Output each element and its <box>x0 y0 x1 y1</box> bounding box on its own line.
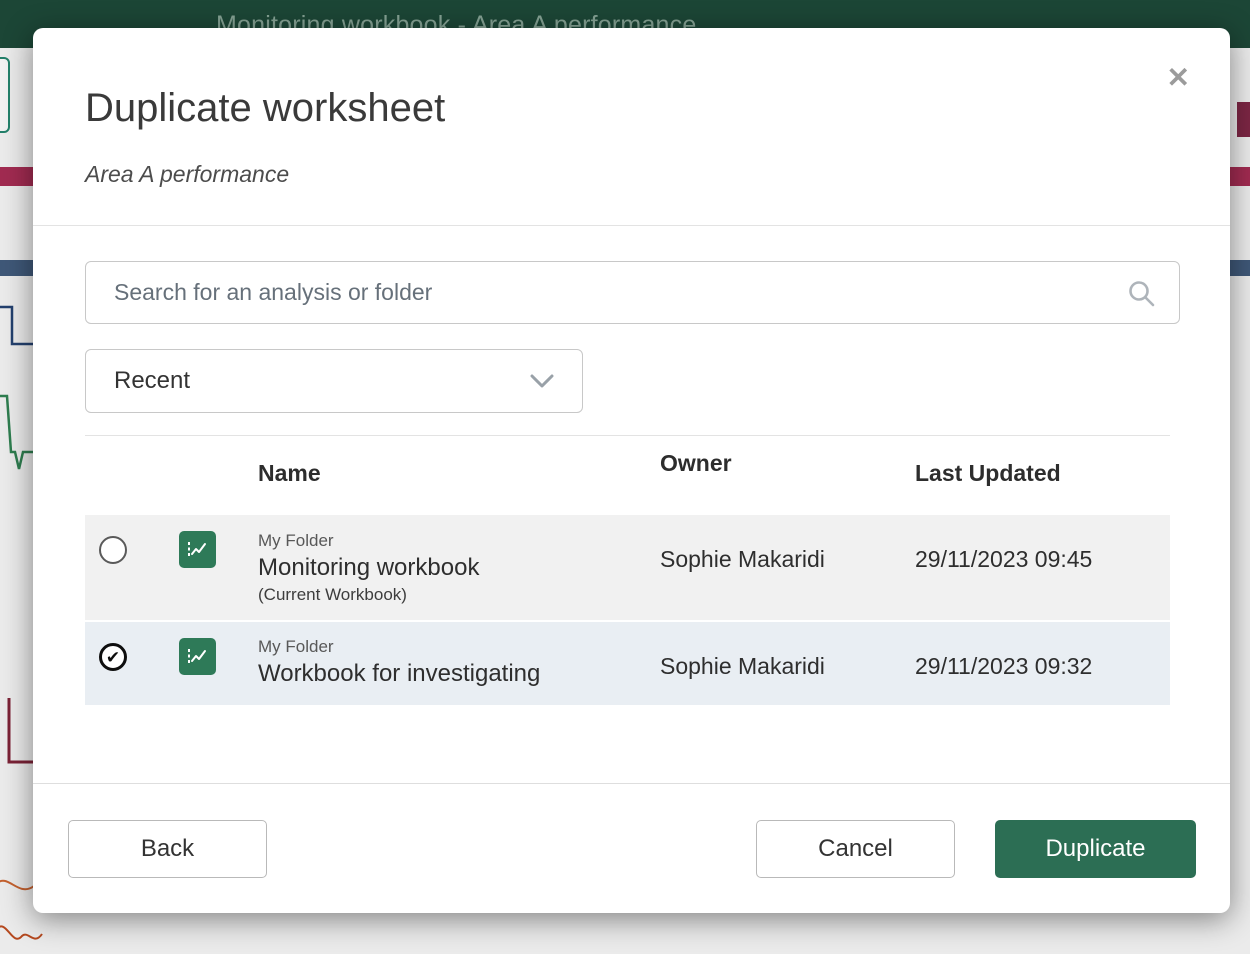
workbook-name: Workbook for investigating <box>258 658 660 689</box>
column-header-owner: Owner <box>660 450 732 477</box>
divider <box>33 225 1230 226</box>
divider <box>85 435 1170 436</box>
workbook-icon <box>179 638 216 675</box>
workbook-icon <box>179 531 216 568</box>
chevron-down-icon <box>530 374 554 389</box>
sort-dropdown-value: Recent <box>114 367 190 395</box>
check-icon: ✔ <box>106 649 120 666</box>
radio-selected[interactable]: ✔ <box>99 643 127 671</box>
search-icon <box>1127 279 1157 309</box>
sort-dropdown[interactable]: Recent <box>85 349 583 413</box>
duplicate-button[interactable]: Duplicate <box>995 820 1196 878</box>
workbook-name: Monitoring workbook <box>258 552 660 583</box>
last-updated: 29/11/2023 09:32 <box>915 653 1170 680</box>
table-row[interactable]: ✔ My Folder Workbook for investigating S… <box>85 622 1170 705</box>
background-tab-fragment <box>0 57 10 133</box>
close-icon[interactable]: ✕ <box>1167 64 1190 92</box>
back-button[interactable]: Back <box>68 820 267 878</box>
background-maroon-block <box>1237 102 1250 137</box>
search-input[interactable] <box>86 262 1179 323</box>
column-header-name: Name <box>258 460 660 487</box>
owner-name: Sophie Makaridi <box>660 653 915 680</box>
last-updated: 29/11/2023 09:45 <box>915 546 1170 573</box>
folder-label: My Folder <box>258 529 660 552</box>
radio-unselected[interactable] <box>99 536 127 564</box>
dialog-subtitle: Area A performance <box>85 161 289 188</box>
dialog-title: Duplicate worksheet <box>85 86 445 131</box>
cancel-button[interactable]: Cancel <box>756 820 955 878</box>
owner-name: Sophie Makaridi <box>660 546 915 573</box>
column-header-last-updated: Last Updated <box>915 460 1170 487</box>
divider <box>33 783 1230 784</box>
duplicate-worksheet-dialog: ✕ Duplicate worksheet Area A performance… <box>33 28 1230 913</box>
search-box <box>85 261 1180 324</box>
table-row[interactable]: My Folder Monitoring workbook (Current W… <box>85 515 1170 620</box>
current-workbook-note: (Current Workbook) <box>258 583 660 606</box>
folder-label: My Folder <box>258 635 660 658</box>
table-header: Name Owner Last Updated <box>85 460 1170 487</box>
